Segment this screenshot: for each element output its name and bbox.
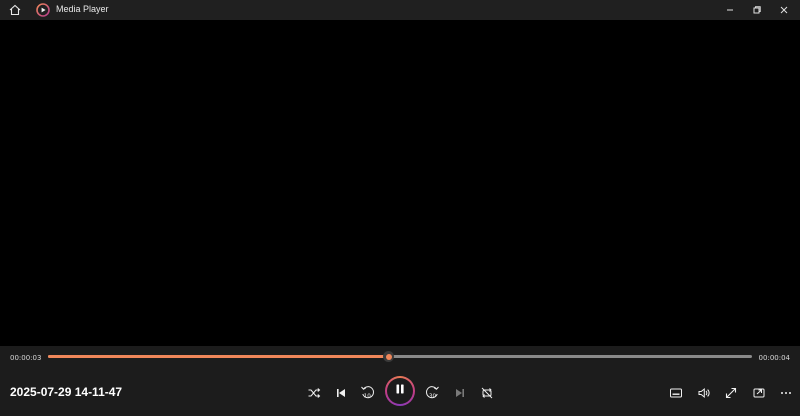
media-player-icon: [36, 3, 50, 17]
close-icon[interactable]: [776, 2, 792, 18]
previous-icon[interactable]: [332, 384, 350, 402]
skip-back-10-icon[interactable]: 10: [359, 384, 377, 402]
fullscreen-icon[interactable]: [722, 384, 740, 402]
miniplayer-icon[interactable]: [750, 384, 768, 402]
media-title: 2025-07-29 14-11-47: [10, 385, 123, 399]
more-icon[interactable]: [777, 384, 795, 402]
repeat-icon[interactable]: [478, 384, 496, 402]
home-icon[interactable]: [8, 3, 22, 17]
shuffle-icon[interactable]: [305, 384, 323, 402]
volume-icon[interactable]: [695, 384, 713, 402]
pause-icon: [394, 382, 406, 400]
video-area[interactable]: [0, 20, 800, 346]
restore-icon[interactable]: [749, 2, 765, 18]
playback-controls: 00:00:03 00:00:04 2025-07-29 14-11-47 10…: [0, 346, 800, 416]
total-time: 00:00:04: [758, 354, 790, 362]
elapsed-time: 00:00:03: [10, 354, 42, 362]
captions-icon[interactable]: [667, 384, 685, 402]
minimize-icon[interactable]: [722, 2, 738, 18]
svg-text:10: 10: [364, 393, 372, 399]
window-title: Media Player: [56, 4, 109, 14]
seek-progress: [48, 355, 389, 358]
svg-text:30: 30: [429, 393, 437, 399]
skip-forward-30-icon[interactable]: 30: [423, 384, 441, 402]
seek-thumb[interactable]: [383, 351, 395, 362]
next-icon[interactable]: [451, 384, 469, 402]
pause-button[interactable]: [385, 376, 415, 406]
title-bar: Media Player: [0, 0, 800, 20]
seek-bar[interactable]: [48, 351, 752, 362]
